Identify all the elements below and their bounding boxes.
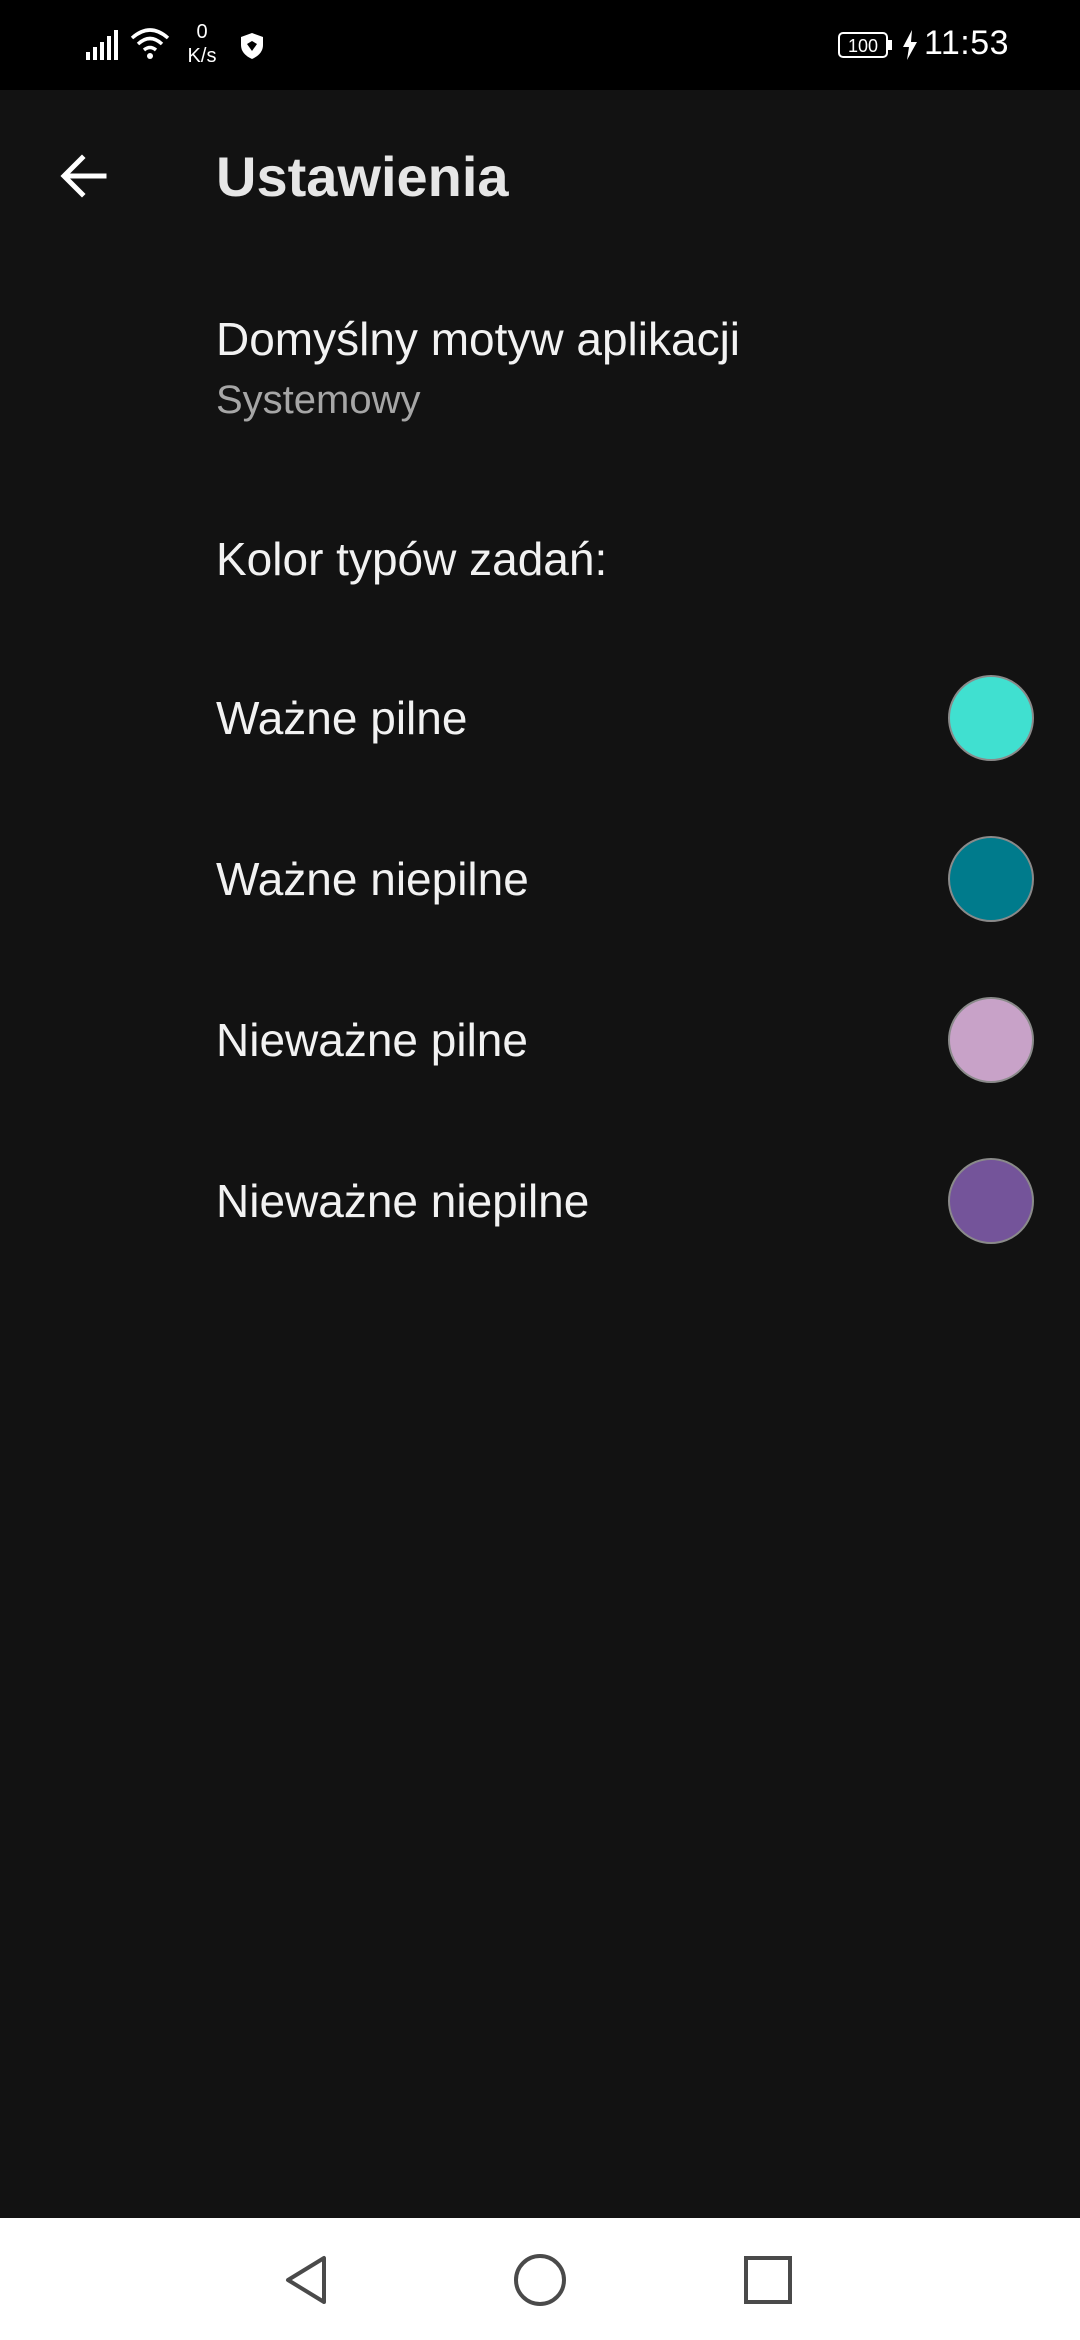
nav-back-button[interactable]: [272, 2244, 344, 2316]
color-row-not-important-not-urgent[interactable]: Nieważne niepilne: [0, 1121, 1080, 1281]
shield-icon: [241, 33, 263, 59]
color-row-important-urgent[interactable]: Ważne pilne: [0, 638, 1080, 798]
network-speed-value: 0: [196, 21, 208, 43]
arrow-back-icon: [60, 154, 107, 198]
color-row-not-important-urgent[interactable]: Nieważne pilne: [0, 960, 1080, 1120]
color-row-label: Nieważne niepilne: [216, 1175, 590, 1227]
theme-preference-title: Domyślny motyw aplikacji: [216, 313, 741, 365]
nav-home-icon: [514, 2254, 566, 2306]
charging-icon: [903, 30, 917, 60]
wifi-icon: [130, 28, 170, 59]
color-swatch[interactable]: [948, 836, 1034, 922]
color-swatch[interactable]: [948, 997, 1034, 1083]
settings-screen: 0 K/s 100 11:53 Ustawienia Domyślny moty…: [0, 0, 1080, 2340]
nav-recents-icon: [744, 2256, 792, 2304]
color-row-label: Ważne pilne: [216, 692, 468, 744]
network-speed-unit: K/s: [187, 45, 217, 67]
nav-back-icon: [286, 2256, 326, 2304]
nav-home-button[interactable]: [504, 2244, 576, 2316]
status-bar: 0 K/s 100 11:53: [0, 0, 1080, 90]
back-button[interactable]: [48, 140, 120, 212]
battery-icon: 100: [838, 32, 892, 58]
nav-recents-button[interactable]: [732, 2244, 804, 2316]
task-colors-section-label: Kolor typów zadań:: [216, 533, 608, 585]
clock: 11:53: [924, 24, 1010, 62]
theme-preference[interactable]: Domyślny motyw aplikacji Systemowy: [0, 300, 1080, 450]
network-speed: 0 K/s: [180, 20, 224, 68]
signal-icon: [86, 30, 118, 60]
page-title: Ustawienia: [216, 145, 509, 208]
color-swatch[interactable]: [948, 675, 1034, 761]
color-row-label: Ważne niepilne: [216, 853, 529, 905]
color-swatch[interactable]: [948, 1158, 1034, 1244]
battery-level: 100: [848, 36, 878, 56]
color-row-label: Nieważne pilne: [216, 1014, 528, 1066]
color-row-important-not-urgent[interactable]: Ważne niepilne: [0, 799, 1080, 959]
navigation-bar: [0, 2218, 1080, 2340]
theme-preference-summary: Systemowy: [216, 378, 421, 422]
